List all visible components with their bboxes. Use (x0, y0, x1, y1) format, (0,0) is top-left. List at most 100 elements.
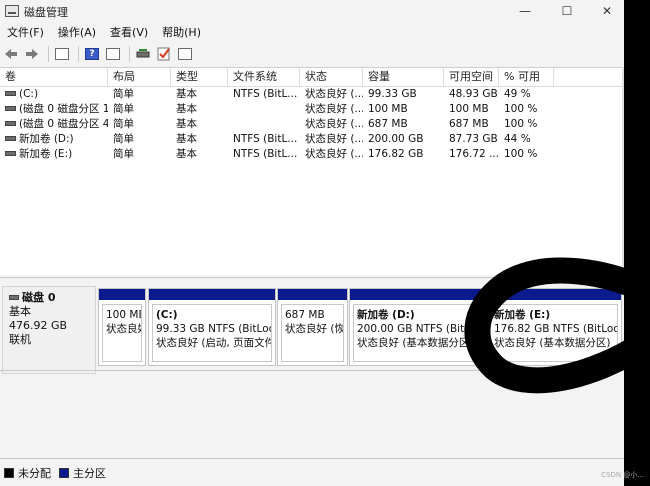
volume-filesystem (228, 117, 300, 132)
divider (0, 370, 624, 371)
disk-graphical-view: 磁盘 0 基本 476.92 GB 联机 100 MB 状态良好 (C:) 99… (0, 277, 624, 457)
partition-status: 状态良好 (106, 323, 141, 335)
list-view-icon[interactable] (176, 45, 194, 63)
help-icon[interactable]: ? (83, 45, 101, 63)
column-layout[interactable]: 布局 (108, 68, 171, 87)
disk-management-window: 磁盘管理 — ☐ ✕ 文件(F) 操作(A) 查看(V) 帮助(H) ? 卷 布… (0, 0, 624, 486)
back-arrow-icon[interactable] (2, 45, 20, 63)
disk-0-label[interactable]: 磁盘 0 基本 476.92 GB 联机 (2, 286, 96, 374)
menu-view[interactable]: 查看(V) (103, 24, 155, 42)
partition-label: 新加卷 (D:) (357, 309, 415, 321)
disk-management-app-icon (5, 5, 19, 17)
maximize-button[interactable]: ☐ (552, 2, 582, 20)
volume-capacity: 176.82 GB (368, 148, 424, 160)
check-icon[interactable] (155, 45, 173, 63)
volume-type: 基本 (176, 103, 197, 115)
partition-block[interactable]: 100 MB 状态良好 (98, 288, 146, 366)
unallocated-swatch (4, 467, 14, 478)
volume-filesystem: NTFS (BitL... (233, 88, 298, 100)
volume-name: (C:) (19, 88, 39, 100)
volume-filesystem (228, 102, 300, 117)
partition-size: 99.33 GB NTFS (BitLocker (156, 323, 271, 335)
disk-size: 476.92 GB (9, 319, 68, 332)
partition-size: 687 MB (285, 309, 325, 321)
toolbar-separator (78, 46, 79, 62)
menu-file[interactable]: 文件(F) (0, 24, 51, 42)
disk-icon[interactable] (134, 45, 152, 63)
window-title: 磁盘管理 (24, 6, 68, 19)
close-button[interactable]: ✕ (592, 2, 622, 20)
partition-block[interactable]: 687 MB 状态良好 (恢复 (277, 288, 348, 366)
partition-block[interactable]: 新加卷 (D:) 200.00 GB NTFS (BitLocke 状态良好 (… (349, 288, 485, 366)
menu-action[interactable]: 操作(A) (51, 24, 103, 42)
volume-row[interactable]: (C:) 简单 基本 NTFS (BitL... 状态良好 (... 99.33… (0, 87, 624, 102)
volume-percent-free: 100 % (504, 148, 538, 160)
volume-status: 状态良好 (... (305, 133, 363, 145)
volume-layout: 简单 (113, 148, 134, 160)
menu-bar: 文件(F) 操作(A) 查看(V) 帮助(H) (0, 24, 624, 42)
menu-help[interactable]: 帮助(H) (155, 24, 208, 42)
column-capacity[interactable]: 容量 (363, 68, 444, 87)
volume-type: 基本 (176, 88, 197, 100)
legend-unallocated: 未分配 (18, 466, 51, 480)
volume-layout: 简单 (113, 88, 134, 100)
watermark: CSDN @小... (601, 471, 644, 479)
primary-partition-swatch (59, 467, 69, 478)
volume-free-space: 48.93 GB (449, 88, 498, 100)
volume-list: 卷 布局 类型 文件系统 状态 容量 可用空间 % 可用 (C:) 简单 基本 … (0, 67, 624, 275)
partition-size: 100 MB (106, 309, 142, 321)
partition-label: (C:) (156, 309, 178, 321)
toolbar-separator (48, 46, 49, 62)
volume-type: 基本 (176, 133, 197, 145)
partition-block[interactable]: (C:) 99.33 GB NTFS (BitLocker 状态良好 (启动, … (148, 288, 276, 366)
primary-partition-bar (350, 289, 484, 300)
partition-block[interactable]: 新加卷 (E:) 176.82 GB NTFS (BitLocker 状态良好 … (486, 288, 622, 366)
legend-primary: 主分区 (73, 466, 106, 480)
partition-size: 176.82 GB NTFS (BitLocker (494, 323, 618, 335)
volume-name: 新加卷 (E:) (19, 148, 73, 160)
column-percent-free[interactable]: % 可用 (499, 68, 554, 87)
forward-arrow-icon[interactable] (23, 45, 41, 63)
volume-filesystem: NTFS (BitL... (233, 148, 298, 160)
title-bar: 磁盘管理 — ☐ ✕ (0, 0, 624, 22)
volume-name: (磁盘 0 磁盘分区 1) (19, 103, 108, 115)
drive-icon (5, 150, 16, 156)
volume-layout: 简单 (113, 133, 134, 145)
disk-type: 基本 (9, 305, 31, 318)
volume-row[interactable]: 新加卷 (E:) 简单 基本 NTFS (BitL... 状态良好 (... 1… (0, 147, 624, 162)
disk-icon (9, 294, 19, 300)
drive-icon (5, 135, 16, 141)
volume-row[interactable]: (磁盘 0 磁盘分区 1) 简单 基本 状态良好 (... 100 MB 100… (0, 102, 624, 117)
primary-partition-bar (149, 289, 275, 300)
volume-status: 状态良好 (... (305, 88, 363, 100)
volume-row[interactable]: (磁盘 0 磁盘分区 4) 简单 基本 状态良好 (... 687 MB 687… (0, 117, 624, 132)
drive-icon (5, 105, 16, 111)
console-tree-icon[interactable] (53, 45, 71, 63)
volume-percent-free: 100 % (504, 103, 538, 115)
disk-name: 磁盘 0 (22, 291, 56, 304)
volume-row[interactable]: 新加卷 (D:) 简单 基本 NTFS (BitL... 状态良好 (... 2… (0, 132, 624, 147)
volume-status: 状态良好 (... (305, 103, 363, 115)
volume-status: 状态良好 (... (305, 148, 363, 160)
column-filesystem[interactable]: 文件系统 (228, 68, 300, 87)
partition-label: 新加卷 (E:) (494, 309, 551, 321)
volume-capacity: 100 MB (368, 103, 408, 115)
volume-name: 新加卷 (D:) (19, 133, 74, 145)
column-volume[interactable]: 卷 (0, 68, 108, 87)
drive-icon (5, 90, 16, 96)
primary-partition-bar (99, 289, 145, 300)
minimize-button[interactable]: — (510, 2, 540, 20)
disk-state: 联机 (9, 333, 31, 346)
volume-list-header: 卷 布局 类型 文件系统 状态 容量 可用空间 % 可用 (0, 68, 624, 87)
column-type[interactable]: 类型 (171, 68, 228, 87)
volume-type: 基本 (176, 148, 197, 160)
column-status[interactable]: 状态 (300, 68, 363, 87)
volume-free-space: 100 MB (449, 103, 489, 115)
legend: 未分配 主分区 (0, 458, 624, 486)
volume-list-scrollbar[interactable] (622, 67, 624, 275)
properties-icon[interactable] (104, 45, 122, 63)
partition-status: 状态良好 (基本数据分区) (494, 337, 611, 349)
volume-status: 状态良好 (... (305, 118, 363, 130)
partition-status: 状态良好 (基本数据分区) (357, 337, 474, 349)
column-free-space[interactable]: 可用空间 (444, 68, 499, 87)
